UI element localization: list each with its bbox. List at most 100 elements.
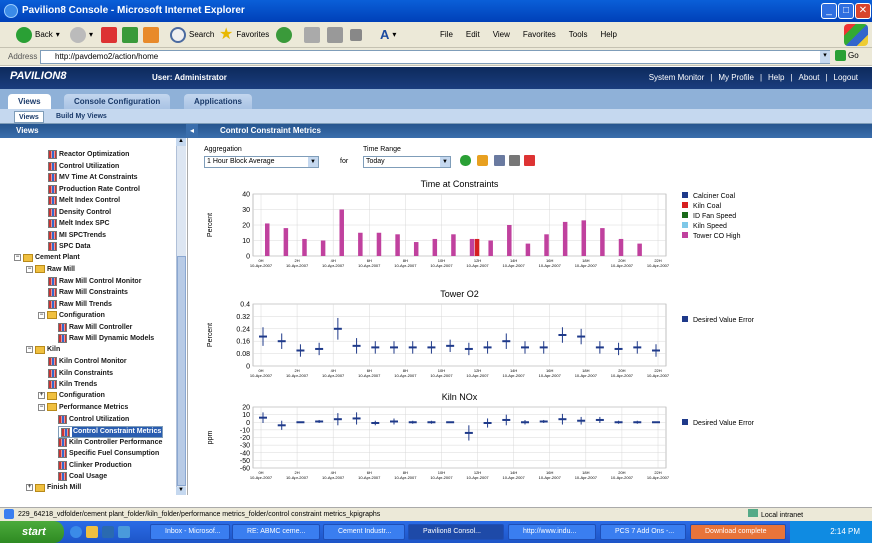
about-link[interactable]: About — [799, 73, 820, 82]
tree-item-raw-mill-dynamic-models[interactable]: Raw Mill Dynamic Models — [58, 334, 154, 343]
menu-edit[interactable]: Edit — [466, 26, 480, 44]
tree-item-density-control[interactable]: Density Control — [48, 207, 111, 217]
print-chart-icon[interactable] — [509, 155, 520, 166]
tree-item-production-rate-control[interactable]: Production Rate Control — [48, 184, 140, 194]
menu-tools[interactable]: Tools — [569, 26, 588, 44]
expander-icon[interactable]: + — [26, 484, 33, 491]
my-profile-link[interactable]: My Profile — [718, 73, 754, 82]
menu-favorites[interactable]: Favorites — [523, 26, 556, 44]
expander-icon[interactable]: − — [26, 346, 33, 353]
tree-item-control-utilization[interactable]: Control Utilization — [48, 161, 119, 171]
expander-icon[interactable]: − — [26, 265, 33, 273]
minimize-button[interactable]: _ — [821, 3, 837, 19]
menu-view[interactable]: View — [493, 26, 510, 44]
tab-console-configuration[interactable]: Console Configuration — [64, 94, 171, 109]
tree-item-kiln-control-monitor[interactable]: Kiln Control Monitor — [48, 357, 127, 366]
help-link[interactable]: Help — [768, 73, 784, 82]
address-input[interactable]: http://pavdemo2/action/home — [40, 50, 830, 64]
search-button[interactable]: Search — [170, 26, 214, 44]
tree-item-kiln-controller-performance[interactable]: Kiln Controller Performance — [58, 437, 162, 447]
tree-item-cement-plant[interactable]: − Cement Plant — [14, 253, 80, 262]
favorites-button[interactable]: ★ Favorites — [219, 26, 269, 44]
edit-button[interactable] — [350, 26, 362, 44]
scroll-down-button[interactable]: ▼ — [176, 487, 186, 495]
tree-item-finish-mill[interactable]: + Finish Mill — [26, 483, 81, 492]
taskbar-task[interactable]: Download complete — [690, 524, 786, 540]
y-tick-label: 10 — [242, 412, 250, 419]
taskbar-task[interactable]: http://www.indu... — [508, 524, 596, 540]
tree-item-raw-mill-constraints[interactable]: Raw Mill Constraints — [48, 288, 128, 297]
system-monitor-link[interactable]: System Monitor — [649, 73, 705, 82]
tree-item-mv-time-at-constraints[interactable]: MV Time At Constraints — [48, 173, 138, 182]
tree-item-raw-mill-control-monitor[interactable]: Raw Mill Control Monitor — [48, 276, 141, 286]
print-button[interactable] — [327, 26, 343, 44]
scroll-up-button[interactable]: ▲ — [176, 138, 186, 146]
tree-item-spc-data[interactable]: SPC Data — [48, 242, 91, 251]
expander-icon[interactable]: − — [38, 403, 45, 411]
scrollbar-thumb[interactable] — [177, 256, 186, 486]
close-button[interactable]: ✕ — [855, 3, 871, 19]
time-range-select[interactable]: Today ▼ — [363, 156, 451, 168]
stop-button[interactable] — [101, 26, 117, 44]
menu-file[interactable]: File — [440, 26, 453, 44]
bar — [488, 240, 493, 256]
tree-item-kiln-trends[interactable]: Kiln Trends — [48, 380, 97, 389]
menu-help[interactable]: Help — [600, 26, 616, 44]
maximize-button[interactable]: □ — [838, 3, 854, 19]
mail-button[interactable] — [304, 26, 320, 44]
home-button[interactable] — [143, 26, 159, 44]
tab-views[interactable]: Views — [8, 94, 51, 109]
tree-item-kiln[interactable]: − Kiln — [26, 345, 60, 354]
report-icon — [48, 219, 57, 228]
aggregation-select[interactable]: 1 Hour Block Average ▼ — [204, 156, 319, 168]
tree-item-kiln-constraints[interactable]: Kiln Constraints — [48, 368, 113, 378]
translate-button[interactable]: A ▾ — [380, 26, 396, 44]
tree-item-control-utilization[interactable]: Control Utilization — [58, 414, 129, 424]
desktop-quicklaunch-icon[interactable] — [118, 526, 130, 538]
subtab-build-my-views[interactable]: Build My Views — [52, 111, 111, 123]
refresh-chart-icon[interactable] — [460, 155, 471, 166]
table-icon[interactable] — [494, 155, 505, 166]
tab-applications[interactable]: Applications — [184, 94, 253, 109]
tree-item-reactor-optimization[interactable]: Reactor Optimization — [48, 150, 129, 159]
tree-item-raw-mill-controller[interactable]: Raw Mill Controller — [58, 322, 132, 332]
start-button[interactable]: start — [0, 521, 64, 543]
taskbar-task[interactable]: PCS 7 Add Ons -... — [600, 524, 686, 540]
back-button[interactable]: Back ▾ — [16, 26, 60, 44]
forward-button[interactable]: ▾ — [70, 26, 93, 44]
ie-quicklaunch-icon[interactable] — [70, 526, 82, 538]
collapse-sidebar-icon[interactable]: ◂ — [186, 124, 198, 138]
taskbar-task[interactable]: Pavilion8 Consol... — [408, 524, 504, 540]
tree-item-specific-fuel-consumption[interactable]: Specific Fuel Consumption — [58, 449, 159, 458]
bar — [339, 209, 344, 256]
pdf-icon[interactable] — [524, 155, 535, 166]
expander-icon[interactable]: − — [14, 254, 21, 261]
outlook-quicklaunch-icon[interactable] — [102, 526, 114, 538]
tree-item-mi-spctrends[interactable]: MI SPCTrends — [48, 230, 106, 240]
expander-icon[interactable]: − — [38, 311, 45, 319]
logout-link[interactable]: Logout — [834, 73, 858, 82]
address-dropdown-button[interactable]: ▾ — [820, 51, 830, 63]
tree-item-melt-index-spc[interactable]: Melt Index SPC — [48, 219, 110, 228]
tree-item-raw-mill[interactable]: − Raw Mill — [26, 265, 75, 273]
subtab-views[interactable]: Views — [14, 111, 44, 123]
tree-item-clinker-production[interactable]: Clinker Production — [58, 460, 132, 470]
sidebar-scrollbar[interactable] — [176, 146, 186, 495]
refresh-button[interactable] — [122, 26, 138, 44]
tree-item-melt-index-control[interactable]: Melt Index Control — [48, 196, 120, 205]
tree-item-coal-usage[interactable]: Coal Usage — [58, 472, 107, 481]
go-button[interactable]: Go — [835, 50, 859, 61]
x-tick-date: 10-Apr-2007 — [286, 475, 309, 480]
lock-icon[interactable] — [477, 155, 488, 166]
tree-item-configuration[interactable]: − Configuration — [38, 311, 105, 319]
taskbar-task[interactable]: Cement Industr... — [323, 524, 405, 540]
taskbar-task[interactable]: RE: ABMC ceme... — [232, 524, 320, 540]
folder-quicklaunch-icon[interactable] — [86, 526, 98, 538]
tree-item-raw-mill-trends[interactable]: Raw Mill Trends — [48, 299, 112, 309]
media-button[interactable] — [276, 26, 292, 44]
taskbar-task[interactable]: Inbox - Microsof... — [150, 524, 230, 540]
tree-item-control-constraint-metrics[interactable]: Control Constraint Metrics — [58, 426, 164, 438]
tree-item-performance-metrics[interactable]: − Performance Metrics — [38, 403, 128, 411]
expander-icon[interactable]: + — [38, 392, 45, 399]
tree-item-configuration[interactable]: + Configuration — [38, 391, 105, 400]
